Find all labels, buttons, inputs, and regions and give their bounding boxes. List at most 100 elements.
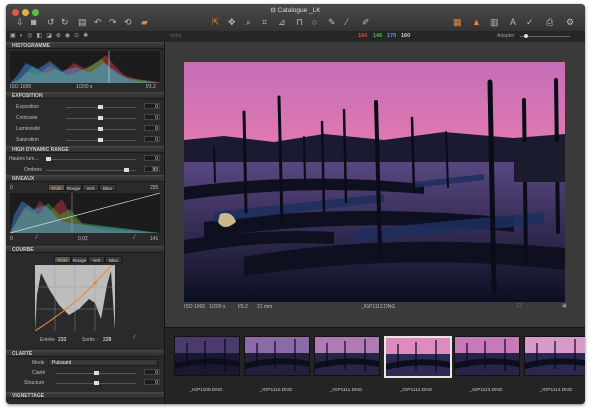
curve-graph[interactable]: [35, 265, 115, 331]
levels-input-high[interactable]: 255: [150, 185, 158, 191]
rotate-right-icon[interactable]: ↻: [61, 17, 69, 28]
filmstrip-thumbnail[interactable]: [454, 336, 520, 376]
curve-tab-red[interactable]: Rouge: [71, 256, 88, 263]
curve-tab-green[interactable]: Vert: [88, 256, 105, 263]
levels-black-picker-icon[interactable]: ⁄: [36, 235, 37, 241]
zoom-slider-knob[interactable]: [524, 34, 528, 38]
brightness-slider-knob[interactable]: [98, 127, 103, 131]
levels-tab-red[interactable]: Rouge: [65, 184, 82, 191]
shadows-value[interactable]: 89: [144, 166, 160, 173]
clarity-header[interactable]: CLARTÉ: [6, 350, 164, 357]
curve-tab-rgb[interactable]: RVB: [54, 256, 71, 263]
contrast-slider-knob[interactable]: [98, 116, 103, 120]
curve-tab-blue[interactable]: Bleu: [105, 256, 122, 263]
select-tool-icon[interactable]: ⇱: [212, 17, 220, 28]
curve-picker-icon[interactable]: ⁄: [134, 335, 135, 341]
layout-icon[interactable]: ▭▭: [170, 32, 181, 39]
histogram-header[interactable]: HISTOGRAMME: [6, 42, 164, 49]
keystone-tool-icon[interactable]: ⊓: [296, 17, 303, 28]
brush-tool-icon[interactable]: ✎: [328, 17, 336, 28]
tool-tab-icons[interactable]: ▣◐◎◧◪⊕◉⊙✱: [10, 32, 92, 39]
curve-header[interactable]: COURBE: [6, 246, 164, 253]
saturation-slider-knob[interactable]: [98, 138, 103, 142]
filmstrip: · · · · · · _IGP1108.DNG · · · · · · _IGP11…: [165, 327, 585, 404]
undo-icon[interactable]: ↶: [94, 17, 102, 28]
thumbnail-rating[interactable]: · · · · · ·: [524, 381, 585, 386]
main-photo[interactable]: [184, 62, 565, 302]
hdr-header[interactable]: HIGH DYNAMIC RANGE: [6, 146, 164, 153]
structure-slider-knob[interactable]: [94, 381, 99, 385]
straighten-tool-icon[interactable]: ⊿: [278, 17, 286, 28]
process-icon[interactable]: ✓: [526, 17, 534, 28]
thumbnail-rating[interactable]: · · · · · ·: [454, 381, 518, 386]
curve-output-label: Sortie :: [82, 337, 98, 343]
copy-adjustments-icon[interactable]: ▰: [141, 17, 148, 28]
text-icon[interactable]: A: [510, 17, 516, 27]
redo-icon[interactable]: ↷: [109, 17, 117, 28]
levels-midpoint[interactable]: 0,02: [78, 236, 88, 242]
levels-output-high[interactable]: 141: [150, 236, 158, 242]
grid-view-icon[interactable]: ▦: [453, 17, 462, 28]
crop-tool-icon[interactable]: ⌗: [262, 17, 267, 28]
saturation-value[interactable]: 0: [144, 136, 160, 143]
trash-icon[interactable]: ▤: [78, 17, 87, 28]
thumbnail-label: _IGP1113.DNG: [469, 388, 503, 393]
picker-tool-icon[interactable]: ⁄: [346, 17, 348, 27]
clarity-mode-select[interactable]: Puissant: [48, 359, 158, 366]
levels-tab-green[interactable]: Vert: [82, 184, 99, 191]
histogram-aperture: f/3.2: [146, 84, 156, 90]
filmstrip-thumbnail[interactable]: [524, 336, 585, 376]
curve-input-value[interactable]: 233: [58, 337, 66, 343]
thumbnail-rating[interactable]: · · · · · ·: [384, 381, 448, 386]
levels-graph[interactable]: [10, 193, 160, 233]
clarity-value[interactable]: 0: [144, 369, 160, 376]
viewer-rating-icons[interactable]: ☐ · · · · · ▣: [517, 303, 569, 309]
levels-white-picker-icon[interactable]: ⁄: [134, 235, 135, 241]
structure-value[interactable]: 0: [144, 379, 160, 386]
contrast-value[interactable]: 0: [144, 114, 160, 121]
brightness-label: Luminosité: [16, 126, 41, 132]
levels-header[interactable]: NIVEAUX: [6, 175, 164, 182]
highlights-slider-knob[interactable]: [46, 157, 51, 161]
import-icon[interactable]: ⇩: [16, 17, 24, 28]
levels-input-low[interactable]: 0: [10, 185, 13, 191]
levels-tab-rgb[interactable]: RVB: [48, 184, 65, 191]
levels-output-low[interactable]: 0: [10, 236, 13, 242]
filmstrip-thumbnail[interactable]: [174, 336, 240, 376]
thumbnail-rating[interactable]: · · · · · ·: [244, 381, 308, 386]
highlights-slider[interactable]: [46, 159, 136, 160]
filmstrip-thumbnail[interactable]: [384, 336, 452, 378]
highlights-value[interactable]: 0: [144, 155, 160, 162]
exposure-slider-knob[interactable]: [98, 105, 103, 109]
camera-icon[interactable]: ◙: [31, 17, 36, 27]
clarity-mode-label: Mode: [32, 360, 45, 366]
levels-tab-blue[interactable]: Bleu: [99, 184, 116, 191]
thumbnail-rating[interactable]: · · · · · ·: [174, 381, 238, 386]
exposure-warning-icon[interactable]: ▲: [472, 17, 481, 27]
brightness-value[interactable]: 0: [144, 125, 160, 132]
filmstrip-thumbnail[interactable]: [314, 336, 380, 376]
pan-tool-icon[interactable]: ✥: [228, 17, 236, 28]
zoom-tool-icon[interactable]: ⌕: [246, 17, 251, 28]
vignette-header[interactable]: VIGNETTAGE: [6, 392, 164, 399]
settings-icon[interactable]: ⚙: [566, 17, 574, 28]
rotate-left-icon[interactable]: ↺: [47, 17, 55, 28]
proof-icon[interactable]: ▥: [490, 17, 499, 28]
clarity-slider-knob[interactable]: [94, 371, 99, 375]
shadows-slider[interactable]: [46, 170, 136, 171]
thumbnail-rating[interactable]: · · · · · ·: [314, 381, 378, 386]
curve-output-value[interactable]: 228: [103, 337, 111, 343]
annotate-tool-icon[interactable]: ✐: [362, 17, 370, 28]
shadows-label: Ombres: [24, 167, 42, 173]
exposure-value[interactable]: 0: [144, 103, 160, 110]
viewer-filename: _IGP1112.DNG: [361, 304, 396, 310]
saturation-label: Saturation: [16, 137, 39, 143]
print-icon[interactable]: ⎙: [546, 17, 553, 28]
filmstrip-thumbnail[interactable]: [244, 336, 310, 376]
shadows-slider-knob[interactable]: [124, 168, 129, 172]
spot-removal-icon[interactable]: ○: [312, 17, 317, 27]
exposure-header[interactable]: EXPOSITION: [6, 92, 164, 99]
image-viewer[interactable]: ISO 1000 1/200 s f/3.2 21 mm _IGP1112.DN…: [165, 42, 585, 327]
rgb-readout-b: 170: [387, 33, 397, 39]
reset-icon[interactable]: ⟲: [124, 17, 132, 28]
